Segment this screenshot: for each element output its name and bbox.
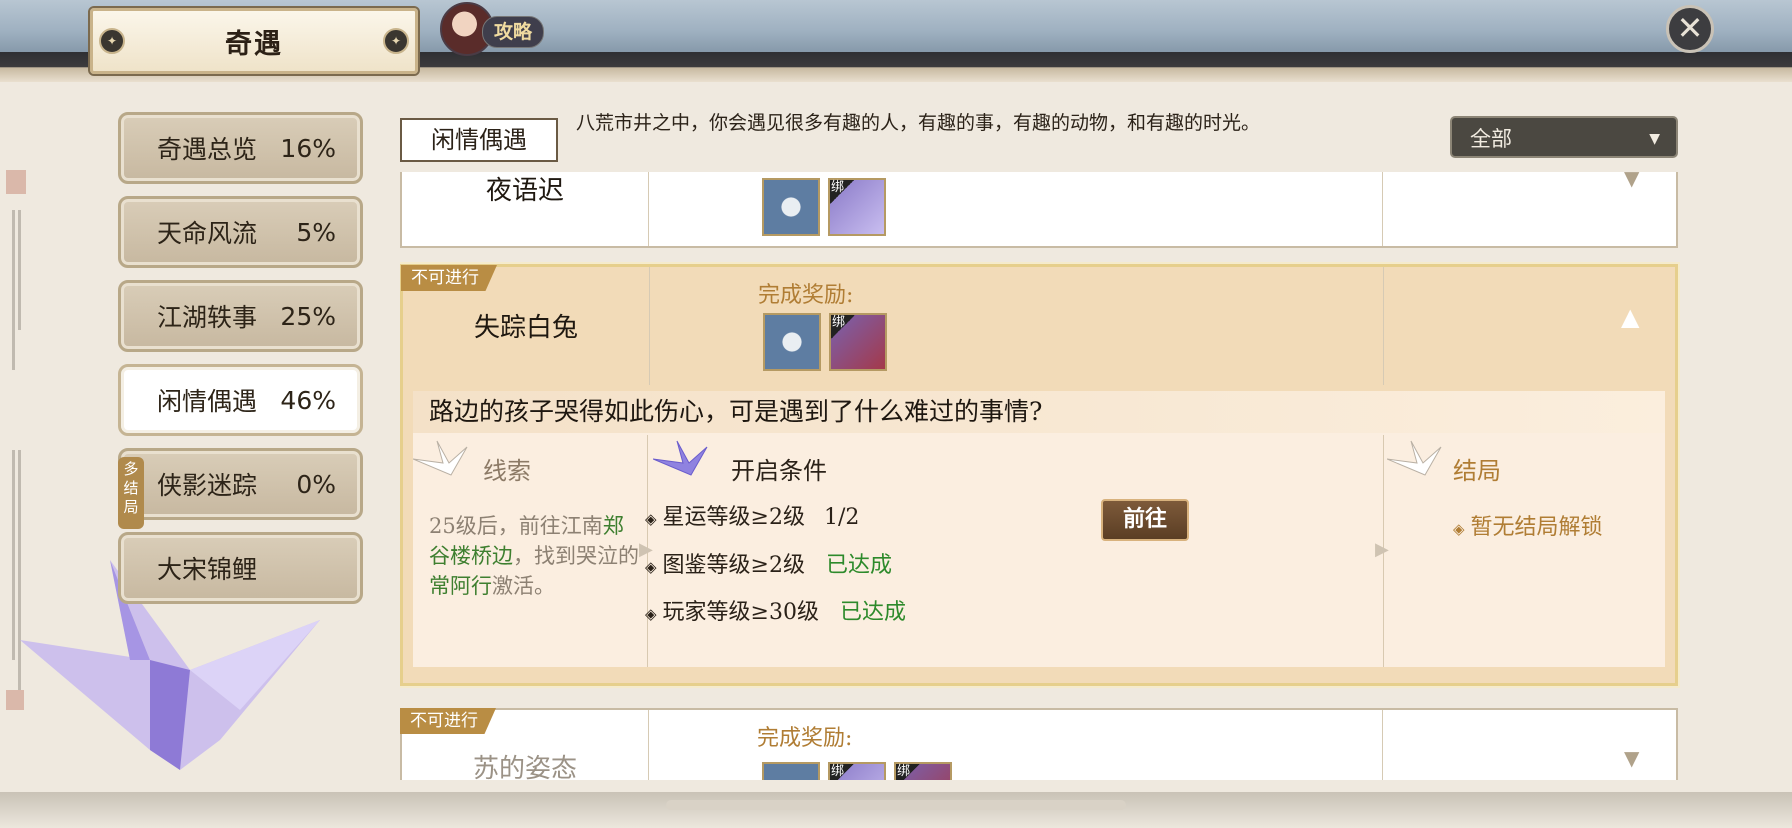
- sidebar-item-percent: 0%: [296, 469, 336, 499]
- bind-tag: 绑: [831, 315, 855, 339]
- bullet-icon: ◈: [1453, 520, 1465, 538]
- encounter-name: 夜语迟: [485, 176, 564, 206]
- bullet-icon: ◈: [645, 510, 657, 528]
- status-tag: 不可进行: [400, 708, 496, 734]
- chevron-up-icon[interactable]: ▲: [1621, 303, 1639, 331]
- sidebar-item-label: 天命风流: [157, 219, 258, 248]
- condition-row: ◈ 图鉴等级≥2级 已达成: [645, 547, 892, 579]
- category-sidebar: 奇遇总览 16% 天命风流 5% 江湖轶事 25% 闲情偶遇 46% 多结局 侠…: [118, 112, 363, 616]
- encounter-card[interactable]: 不可进行 苏的姿态 完成奖励: 绑 绑 ▼: [400, 708, 1678, 780]
- clue-text: 25级后，前往江南郑谷楼桥边，找到哭泣的常阿行激活。: [429, 511, 639, 601]
- status-tag: 不可进行: [401, 265, 497, 291]
- divider: [648, 172, 649, 246]
- chevron-down-icon[interactable]: ▼: [1624, 172, 1639, 190]
- sidebar-item-destiny[interactable]: 天命风流 5%: [118, 196, 363, 268]
- condition-achieved: 已达成: [839, 600, 906, 625]
- ornament-knob-icon: ✦: [99, 28, 125, 54]
- sidebar-item-overview[interactable]: 奇遇总览 16%: [118, 112, 363, 184]
- paper-crane-icon: [1387, 440, 1442, 476]
- category-description: 八荒市井之中，你会遇见很多有趣的人，有趣的事，有趣的动物，和有趣的时光。: [576, 112, 1261, 134]
- bind-tag: 绑: [830, 764, 854, 780]
- bottom-band: [0, 792, 1792, 828]
- bind-tag: 绑: [830, 180, 854, 204]
- clue-text-part: ，找到哭泣的: [513, 544, 639, 568]
- clue-person-link[interactable]: 常阿行: [429, 574, 492, 598]
- bullet-icon: ◈: [645, 605, 657, 623]
- scroll-icon[interactable]: 绑: [828, 178, 886, 236]
- ending-status: 暂无结局解锁: [1470, 515, 1603, 540]
- condition-text: 星运等级≥2级: [662, 505, 805, 530]
- clue-text-part: 激活。: [492, 574, 555, 598]
- paper-crane-icon: [413, 440, 468, 476]
- divider: [1383, 267, 1384, 385]
- guide-button[interactable]: 攻略: [482, 16, 544, 48]
- condition-row: ◈ 星运等级≥2级 1/2: [645, 499, 859, 531]
- sidebar-item-label: 侠影迷踪: [157, 471, 258, 500]
- encounter-card-expanded[interactable]: 不可进行 失踪白兔 完成奖励: 绑 ▲ 路边的孩子哭得如此伤心，可是遇到了什么难…: [400, 264, 1678, 686]
- orb-icon[interactable]: [762, 178, 820, 236]
- condition-row: ◈ 玩家等级≥30级 已达成: [645, 594, 906, 626]
- sidebar-item-shadow[interactable]: 多结局 侠影迷踪 0%: [118, 448, 363, 529]
- sidebar-item-label: 奇遇总览: [157, 135, 258, 164]
- title-plate: ✦ 奇遇 ✦: [90, 8, 418, 74]
- filter-selected-value: 全部: [1470, 127, 1512, 151]
- sachet-icon[interactable]: 绑: [894, 762, 952, 780]
- encounter-name: 苏的姿态: [472, 754, 577, 780]
- divider: [648, 710, 649, 780]
- close-icon[interactable]: ✕: [1666, 5, 1714, 53]
- sidebar-item-percent: 5%: [296, 217, 336, 247]
- scroll-icon[interactable]: 绑: [828, 762, 886, 780]
- condition-achieved: 已达成: [825, 553, 892, 578]
- condition-text: 玩家等级≥30级: [662, 600, 819, 625]
- paper-crane-icon: [653, 440, 708, 476]
- divider: [1382, 172, 1383, 246]
- reward-label: 完成奖励:: [757, 726, 853, 751]
- multi-ending-badge: 多结局: [118, 457, 144, 529]
- encounter-name: 失踪白兔: [473, 313, 578, 343]
- sidebar-item-label: 大宋锦鲤: [157, 555, 258, 584]
- ornament-knob-icon: ✦: [383, 28, 409, 54]
- reward-label: 完成奖励:: [758, 283, 854, 308]
- clue-title: 线索: [483, 457, 531, 485]
- sidebar-item-percent: 25%: [280, 301, 336, 331]
- sidebar-item-label: 江湖轶事: [157, 303, 258, 332]
- sachet-icon[interactable]: 绑: [829, 313, 887, 371]
- divider: [1382, 710, 1383, 780]
- sidebar-item-leisure[interactable]: 闲情偶遇 46%: [118, 364, 363, 436]
- divider: [649, 267, 650, 385]
- condition-text: 图鉴等级≥2级: [662, 553, 805, 578]
- bind-tag: 绑: [896, 764, 920, 780]
- dropdown-caret-icon: ▼: [1649, 131, 1660, 147]
- arrow-right-icon: ▶: [1375, 539, 1389, 560]
- orb-icon[interactable]: [762, 762, 820, 780]
- condition-title: 开启条件: [731, 457, 827, 485]
- goto-button[interactable]: 前往: [1101, 499, 1189, 541]
- encounter-list[interactable]: 夜语迟 绑 ▼ 不可进行 失踪白兔 完成奖励: 绑 ▲ 路边的孩子哭得如此伤心，…: [400, 172, 1680, 780]
- chevron-down-icon[interactable]: ▼: [1624, 746, 1639, 770]
- clue-text-part: 25级后，前往江南: [429, 514, 603, 538]
- sidebar-item-koi[interactable]: 大宋锦鲤: [118, 532, 363, 604]
- sidebar-item-percent: 46%: [280, 385, 336, 415]
- filter-dropdown[interactable]: 全部 ▼: [1450, 116, 1678, 158]
- page-title: 奇遇: [225, 28, 283, 60]
- sidebar-item-jianghu[interactable]: 江湖轶事 25%: [118, 280, 363, 352]
- ending-text: ◈ 暂无结局解锁: [1453, 509, 1603, 541]
- ending-title: 结局: [1453, 457, 1501, 485]
- condition-progress: 1/2: [823, 505, 860, 530]
- horizontal-scrollbar[interactable]: [666, 800, 1126, 810]
- sidebar-item-percent: 16%: [280, 133, 336, 163]
- encounter-card[interactable]: 夜语迟 绑 ▼: [400, 172, 1678, 248]
- category-title: 闲情偶遇: [400, 118, 558, 162]
- bullet-icon: ◈: [645, 558, 657, 576]
- encounter-question: 路边的孩子哭得如此伤心，可是遇到了什么难过的事情?: [413, 391, 1665, 433]
- sidebar-item-label: 闲情偶遇: [157, 387, 258, 416]
- orb-icon[interactable]: [763, 313, 821, 371]
- encounter-detail: 路边的孩子哭得如此伤心，可是遇到了什么难过的事情? 线索 25级后，前往江南郑谷…: [413, 391, 1665, 667]
